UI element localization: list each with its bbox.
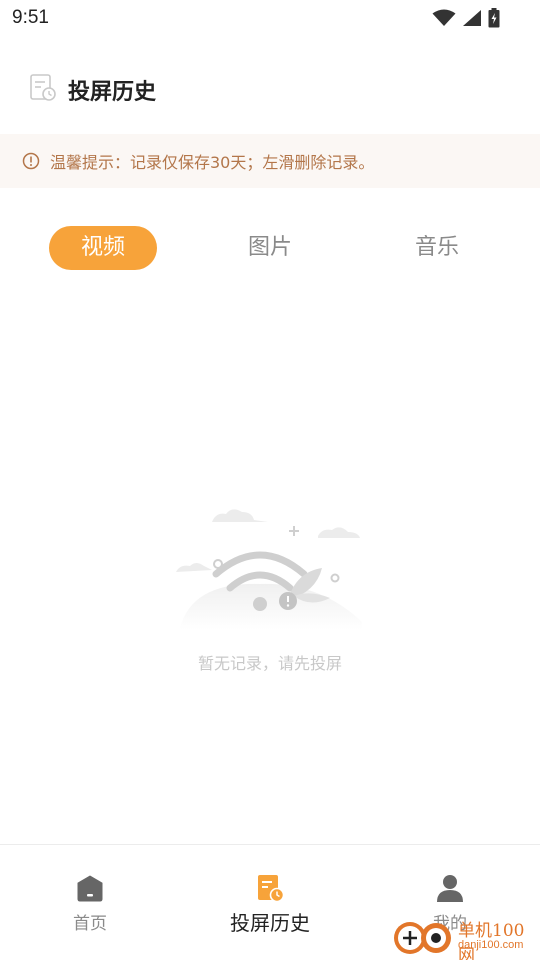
signal-icon bbox=[463, 10, 481, 26]
nav-item-home[interactable]: 首页 bbox=[0, 845, 180, 960]
watermark-name: 单机100网 bbox=[458, 921, 525, 960]
history-document-icon bbox=[258, 875, 285, 903]
home-icon bbox=[77, 875, 103, 902]
category-tabs: 视频 图片 音乐 bbox=[0, 226, 540, 272]
tab-picture[interactable]: 图片 bbox=[216, 226, 324, 270]
tip-text: 温馨提示：记录仅保存30天；左滑删除记录。 bbox=[50, 153, 375, 172]
no-connection-illustration bbox=[176, 509, 362, 630]
info-icon bbox=[22, 152, 40, 170]
watermark-logo-icon bbox=[394, 922, 451, 954]
app-header: 投屏历史 bbox=[0, 58, 540, 118]
user-icon bbox=[437, 875, 463, 902]
status-icons bbox=[432, 8, 500, 28]
status-time: 9:51 bbox=[12, 7, 49, 28]
wifi-icon bbox=[432, 9, 456, 26]
tab-music[interactable]: 音乐 bbox=[383, 226, 491, 270]
screen: 9:51 投屏历史 温馨提示：记录仅保存30天；左滑删除记录。 视频 图片 音乐… bbox=[0, 0, 540, 960]
battery-charging-icon bbox=[488, 8, 500, 28]
history-document-icon bbox=[30, 74, 56, 101]
tab-video[interactable]: 视频 bbox=[49, 226, 157, 270]
empty-state-text: 暂无记录，请先投屏 bbox=[197, 654, 342, 673]
watermark-url: danji100.com bbox=[458, 939, 524, 951]
page-title: 投屏历史 bbox=[68, 80, 157, 105]
tip-banner: 温馨提示：记录仅保存30天；左滑删除记录。 bbox=[0, 134, 540, 188]
status-bar: 9:51 bbox=[0, 0, 540, 36]
watermark: 单机100网 danji100.com bbox=[388, 912, 538, 960]
nav-item-history[interactable]: 投屏历史 bbox=[180, 845, 360, 960]
nav-label-history: 投屏历史 bbox=[230, 911, 310, 935]
nav-label-home: 首页 bbox=[73, 914, 107, 934]
